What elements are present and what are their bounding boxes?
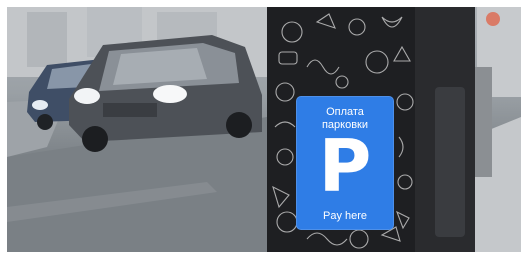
pay-here-label: Pay here — [322, 210, 368, 222]
pay-here-parking-sign: Оплата парковки P Pay here — [296, 96, 394, 230]
image-frame: Оплата парковки P Pay here — [0, 0, 528, 259]
street-photo: Оплата парковки P Pay here — [7, 7, 521, 252]
distant-light — [486, 12, 500, 26]
street-scene — [7, 7, 521, 252]
building-window — [27, 12, 67, 67]
parking-letter: P — [318, 124, 372, 208]
sign-title-line1: Оплата — [326, 106, 364, 118]
